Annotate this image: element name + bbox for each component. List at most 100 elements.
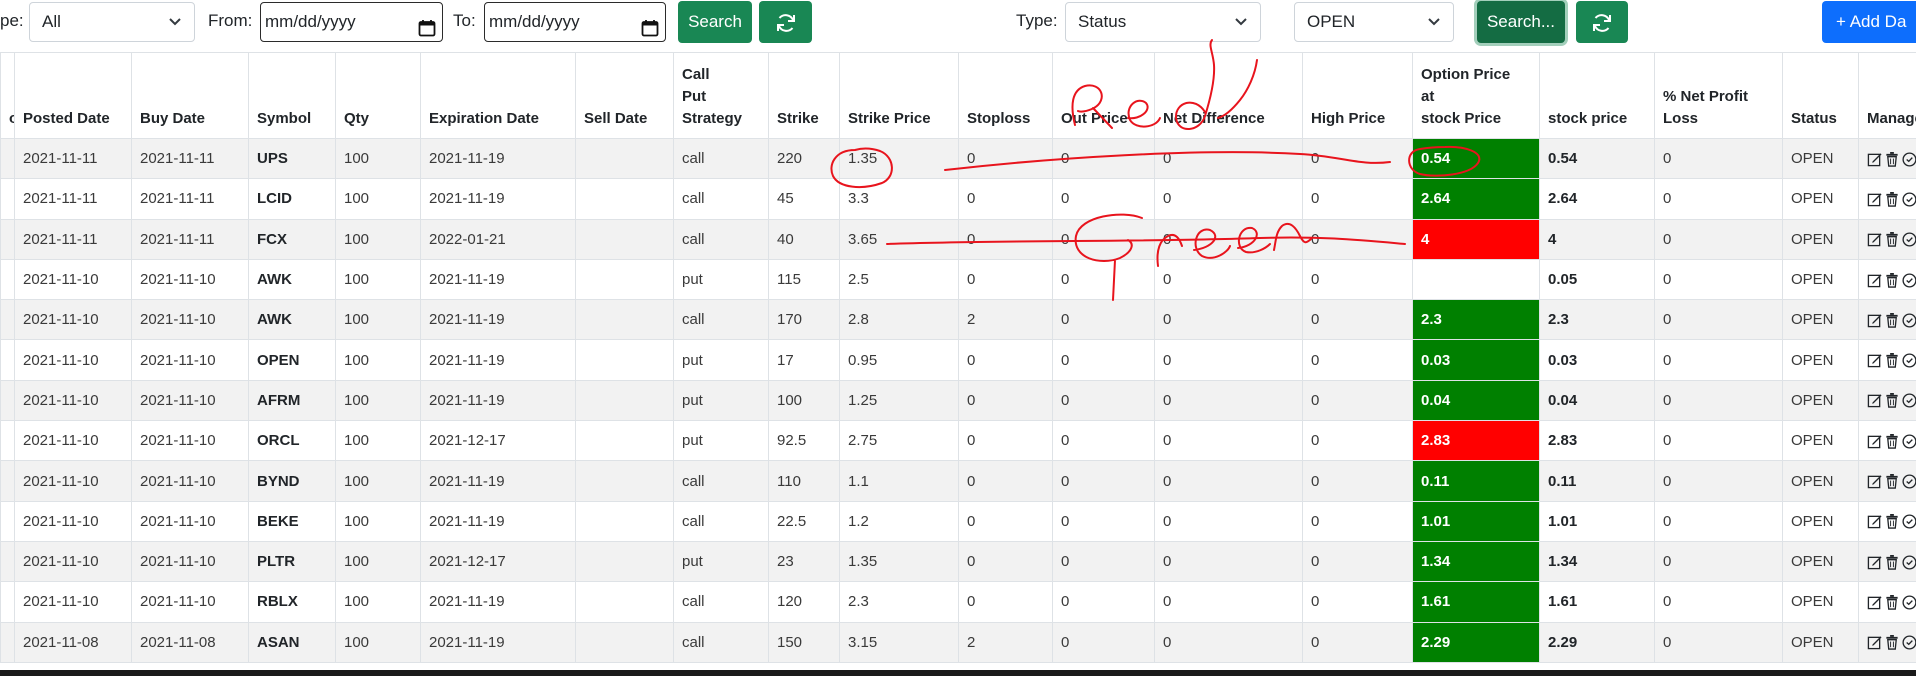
edit-icon[interactable] <box>1867 634 1885 651</box>
cell-high-price: 0 <box>1302 500 1413 542</box>
type-select[interactable]: All <box>29 2 195 42</box>
cell-net-profit-loss: 0 <box>1654 379 1783 422</box>
cell-symbol: PLTR <box>248 540 336 583</box>
trash-icon[interactable] <box>1885 190 1902 207</box>
edit-icon[interactable] <box>1867 553 1885 570</box>
cell-stock-price: 1.34 <box>1539 540 1655 583</box>
cell-strike: 220 <box>768 137 840 180</box>
check-circle-icon[interactable] <box>1902 553 1916 570</box>
cell-stoploss: 0 <box>958 339 1053 381</box>
trash-icon[interactable] <box>1885 352 1902 369</box>
table-row: 2021-11-10 2021-11-10 ORCL 100 2021-12-17 put… <box>0 420 1916 462</box>
cell-status: OPEN <box>1782 621 1859 663</box>
trash-icon[interactable] <box>1885 513 1902 530</box>
cell-call-put: put <box>673 420 769 462</box>
trash-icon[interactable] <box>1885 634 1902 651</box>
trash-icon[interactable] <box>1885 553 1902 570</box>
col-manage-header: Manage <box>1858 52 1916 139</box>
cell-strike: 92.5 <box>768 420 840 462</box>
check-circle-icon[interactable] <box>1902 150 1916 167</box>
cell-stock-price: 0.04 <box>1539 379 1655 422</box>
check-circle-icon[interactable] <box>1902 190 1916 207</box>
calendar-icon[interactable] <box>418 13 436 37</box>
cell-option-price: 2.3 <box>1412 299 1540 341</box>
cell-posted-date: 2021-11-10 <box>14 379 132 422</box>
check-circle-icon[interactable] <box>1902 231 1916 248</box>
trash-icon[interactable] <box>1885 271 1902 288</box>
cell-net-difference: 0 <box>1154 621 1303 663</box>
trash-icon[interactable] <box>1885 432 1902 449</box>
trash-icon[interactable] <box>1885 311 1902 328</box>
table-header-row: oPosted DateBuy DateSymbolQtyExpiration … <box>0 52 1916 139</box>
status-select[interactable]: OPEN <box>1294 2 1454 42</box>
edit-icon[interactable] <box>1867 392 1885 409</box>
cell-status: OPEN <box>1782 420 1859 462</box>
type-select-2[interactable]: Status <box>1065 2 1261 42</box>
trash-icon[interactable] <box>1885 150 1902 167</box>
check-circle-icon[interactable] <box>1902 593 1916 610</box>
to-date-input[interactable]: mm/dd/yyyy <box>484 2 666 42</box>
trash-icon[interactable] <box>1885 231 1902 248</box>
col-strike-price-header: Strike Price <box>839 52 959 139</box>
type-label: pe: <box>0 11 24 30</box>
edit-icon[interactable] <box>1867 311 1885 328</box>
edit-icon[interactable] <box>1867 473 1885 490</box>
from-date-input[interactable]: mm/dd/yyyy <box>260 2 443 42</box>
cell-strike: 45 <box>768 178 840 220</box>
edit-icon[interactable] <box>1867 150 1885 167</box>
cell-status: OPEN <box>1782 540 1859 583</box>
trash-icon[interactable] <box>1885 593 1902 610</box>
filter-toolbar: pe: All From: mm/dd/yyyy To: mm/dd/yyyy … <box>0 0 1916 52</box>
check-circle-icon[interactable] <box>1902 634 1916 651</box>
cell-option-price: 2.83 <box>1412 420 1540 462</box>
check-circle-icon[interactable] <box>1902 311 1916 328</box>
edit-icon[interactable] <box>1867 432 1885 449</box>
edit-icon[interactable] <box>1867 352 1885 369</box>
cell-qty: 100 <box>335 137 421 180</box>
cell-manage <box>1858 137 1916 180</box>
cell-o <box>0 339 15 381</box>
cell-posted-date: 2021-11-11 <box>14 178 132 220</box>
cell-strike: 40 <box>768 218 840 260</box>
check-circle-icon[interactable] <box>1902 513 1916 530</box>
table-row: 2021-11-10 2021-11-10 OPEN 100 2021-11-19 put… <box>0 339 1916 381</box>
check-circle-icon[interactable] <box>1902 392 1916 409</box>
cell-strike-price: 3.3 <box>839 178 959 220</box>
cell-high-price: 0 <box>1302 178 1413 220</box>
cell-qty: 100 <box>335 178 421 220</box>
trash-icon[interactable] <box>1885 392 1902 409</box>
trades-table: oPosted DateBuy DateSymbolQtyExpiration … <box>0 52 1916 663</box>
cell-expiration-date: 2021-12-17 <box>420 540 576 583</box>
edit-icon[interactable] <box>1867 190 1885 207</box>
cell-status: OPEN <box>1782 460 1859 502</box>
check-circle-icon[interactable] <box>1902 432 1916 449</box>
edit-icon[interactable] <box>1867 231 1885 248</box>
cell-stoploss: 0 <box>958 379 1053 422</box>
cell-manage <box>1858 621 1916 663</box>
edit-icon[interactable] <box>1867 513 1885 530</box>
cell-strike: 22.5 <box>768 500 840 542</box>
calendar-icon[interactable] <box>641 13 659 37</box>
cell-stoploss: 0 <box>958 500 1053 542</box>
edit-icon[interactable] <box>1867 593 1885 610</box>
cell-symbol: AWK <box>248 258 336 301</box>
cell-qty: 100 <box>335 581 421 623</box>
refresh-button[interactable] <box>759 1 812 43</box>
search-button-2[interactable]: Search... <box>1477 1 1565 43</box>
cell-stoploss: 2 <box>958 299 1053 341</box>
edit-icon[interactable] <box>1867 271 1885 288</box>
add-data-button[interactable]: + Add Da <box>1822 1 1916 43</box>
trash-icon[interactable] <box>1885 473 1902 490</box>
check-circle-icon[interactable] <box>1902 271 1916 288</box>
search-button[interactable]: Search <box>678 1 752 43</box>
refresh-button-2[interactable] <box>1576 1 1628 43</box>
cell-net-difference: 0 <box>1154 339 1303 381</box>
cell-net-profit-loss: 0 <box>1654 339 1783 381</box>
cell-stock-price: 0.11 <box>1539 460 1655 502</box>
cell-symbol: ORCL <box>248 420 336 462</box>
check-circle-icon[interactable] <box>1902 473 1916 490</box>
cell-o <box>0 379 15 422</box>
check-circle-icon[interactable] <box>1902 352 1916 369</box>
cell-strike-price: 1.1 <box>839 460 959 502</box>
chevron-down-icon <box>1427 3 1441 55</box>
